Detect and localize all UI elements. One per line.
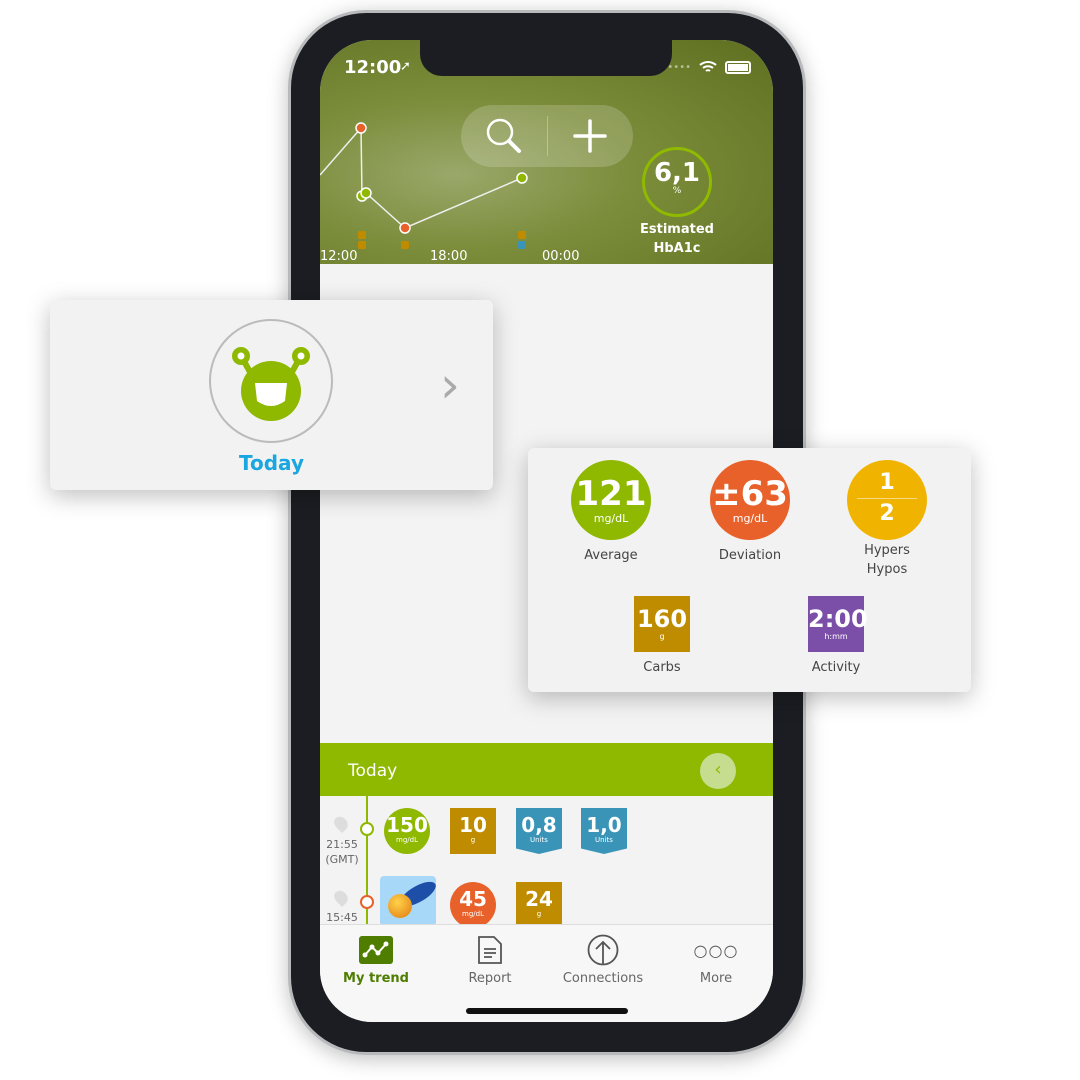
entry-time: 15:45 [326, 911, 358, 924]
header-actions [461, 105, 633, 167]
glucose-badge[interactable]: 150 mg/dL [384, 808, 430, 854]
food-photo[interactable] [380, 876, 436, 926]
insulin-badge[interactable]: 0,8 Units [516, 808, 562, 854]
insulin-badge[interactable]: 1,0 Units [581, 808, 627, 854]
sparkline-point [360, 187, 372, 199]
sparkline-point [516, 172, 528, 184]
home-indicator [466, 1008, 628, 1014]
deviation-stat[interactable]: ±63 mg/dL Deviation [690, 460, 810, 563]
sparkline-point [399, 222, 411, 234]
today-label: Today [239, 451, 304, 475]
plus-icon [573, 119, 607, 153]
event-marker [358, 241, 366, 249]
average-stat[interactable]: 121 mg/dL Average [551, 460, 671, 563]
more-dots-icon: ○○○ [693, 940, 739, 960]
signal-icon: •••• [667, 61, 691, 73]
sparkline-point [355, 122, 367, 134]
trend-header: 12:00 ➚ •••• 6,1% Estimated HbA1c 12:00 1… [320, 40, 773, 264]
back-button[interactable]: ‹ [700, 753, 736, 789]
section-header-today: Today ‹ [320, 743, 773, 796]
chevron-left-icon: ‹ [714, 759, 722, 780]
location-pin-icon [331, 813, 351, 834]
event-marker [518, 231, 526, 239]
carbs-badge[interactable]: 24 g [516, 882, 562, 928]
location-pin-icon [331, 887, 351, 908]
activity-stat[interactable]: 2:00 h:mm Activity [776, 596, 896, 675]
search-icon [486, 118, 521, 153]
upload-circle-icon [587, 934, 619, 966]
add-button[interactable] [548, 105, 634, 167]
tab-my-trend[interactable]: My trend [326, 935, 426, 986]
trend-icon [359, 936, 393, 964]
event-marker [358, 231, 366, 239]
today-card[interactable]: Today › [50, 300, 493, 490]
tab-more[interactable]: ○○○ More [666, 935, 766, 987]
x-tick: 12:00 [320, 249, 358, 264]
wifi-icon [699, 61, 717, 72]
monster-mascot-icon [209, 319, 333, 443]
stats-card: 121 mg/dL Average ±63 mg/dL Deviation 1 2 Hype… [528, 448, 971, 692]
search-button[interactable] [461, 105, 547, 167]
battery-icon [725, 60, 751, 74]
glucose-badge[interactable]: 45 mg/dL [450, 882, 496, 928]
status-time: 12:00 [344, 57, 402, 78]
timeline-node [360, 895, 374, 909]
chevron-right-icon: › [440, 356, 460, 414]
entry-time: 21:55 (GMT) [325, 838, 359, 866]
event-marker [401, 241, 409, 249]
carbs-stat[interactable]: 160 g Carbs [602, 596, 722, 675]
tab-report[interactable]: Report [440, 935, 540, 986]
event-marker [518, 241, 526, 249]
carbs-badge[interactable]: 10 g [450, 808, 496, 854]
document-icon [478, 936, 502, 964]
location-arrow-icon: ➚ [400, 59, 411, 74]
hypers-hypos-stat[interactable]: 1 2 Hypers Hypos [827, 460, 947, 580]
x-tick: 18:00 [430, 249, 468, 264]
hba1c-badge[interactable]: 6,1% [642, 147, 712, 217]
hba1c-label: Estimated HbA1c [640, 222, 714, 256]
x-tick: 00:00 [542, 249, 580, 264]
notch [420, 40, 672, 76]
timeline-node [360, 822, 374, 836]
tab-connections[interactable]: Connections [553, 934, 653, 986]
